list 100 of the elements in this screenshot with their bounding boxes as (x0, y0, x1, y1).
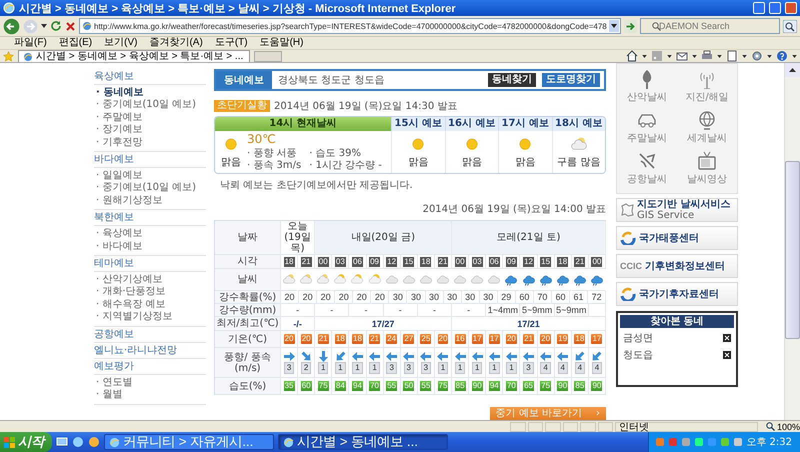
row-label: 습도(%) (215, 378, 281, 395)
nav-link[interactable]: · 중기예보(10일 예보) (96, 182, 206, 195)
tray-icon[interactable] (694, 437, 704, 447)
nav-link[interactable]: · 동네예보 (96, 87, 206, 100)
panel-title: 찾아본 동네 (620, 315, 734, 328)
search-button[interactable]: 도로명찾기 (542, 73, 600, 87)
nav-heading[interactable]: 엘니뇨·라니냐전망 (94, 342, 206, 359)
menu-item[interactable]: 도구(T) (214, 37, 248, 49)
page-menu-icon[interactable] (726, 50, 738, 62)
stop-icon[interactable] (65, 20, 76, 32)
hour-tag: 15 (403, 256, 414, 266)
nav-link[interactable]: · 산악기상예보 (96, 274, 206, 286)
place-link[interactable]: 금성면 (623, 331, 653, 345)
menu-item[interactable]: 파일(F) (14, 37, 47, 49)
place-link[interactable]: 청도읍 (623, 348, 653, 362)
tools-icon[interactable] (751, 50, 763, 62)
search-button-icon[interactable] (783, 20, 797, 32)
humidity-tag: 65 (523, 381, 534, 391)
panel-header: 18시 예보 (552, 117, 605, 131)
zoom-control[interactable]: 100% (766, 422, 800, 432)
temperature-tag: 20 (300, 334, 312, 344)
nav-link[interactable]: · 바다예보 (96, 240, 206, 254)
taskbar-button[interactable]: 커뮤니티 > 자유게시... (104, 434, 274, 450)
scrollbar-thumb[interactable] (785, 161, 800, 339)
nav-link[interactable]: · 개화·단풍정보 (96, 286, 206, 299)
desktop-icon[interactable] (56, 436, 68, 448)
nav-link[interactable]: · 육상예보 (96, 228, 206, 241)
minimize-button[interactable] (753, 2, 765, 14)
caret-icon[interactable] (767, 54, 772, 58)
caret-icon[interactable] (642, 54, 647, 58)
wind-speed: 1 (489, 362, 500, 374)
nav-link[interactable]: · 원해기상정보 (96, 194, 206, 208)
caret-icon[interactable] (792, 54, 797, 58)
close-icon[interactable] (723, 351, 731, 359)
table-cell: 20 (371, 291, 390, 304)
quick-link[interactable]: 산악날씨 (617, 66, 677, 107)
maximize-button[interactable] (769, 2, 781, 14)
caret-icon[interactable] (41, 24, 47, 28)
menu-item[interactable]: 도움말(H) (260, 37, 304, 49)
back-icon[interactable] (3, 18, 20, 34)
star-icon[interactable] (3, 50, 14, 62)
search-field[interactable]: DAEMON Search (640, 18, 780, 34)
dropdown-icon[interactable] (608, 20, 619, 32)
wind-speed: 1 (454, 362, 466, 374)
nav-link[interactable]: · 중기예보(10일 예보) (96, 99, 206, 112)
caret-icon[interactable] (742, 54, 747, 58)
menu-item[interactable]: 편집(E) (58, 37, 92, 49)
home-icon[interactable] (626, 50, 638, 62)
close-button[interactable] (785, 2, 797, 14)
scroll-up-icon[interactable] (785, 63, 800, 77)
quick-link[interactable]: 지진/해일 (677, 66, 737, 107)
print-icon[interactable] (701, 50, 713, 62)
refresh-icon[interactable] (50, 20, 62, 32)
nav-heading[interactable]: 육상예보 (94, 69, 206, 85)
swirl-logo-icon (620, 231, 636, 245)
nav-link[interactable]: · 기후전망 (96, 136, 206, 150)
nav-link[interactable]: · 연도별 (96, 376, 206, 390)
nav-link[interactable]: · 월별 (96, 389, 206, 402)
media-icon[interactable] (88, 436, 100, 448)
close-icon[interactable] (723, 334, 731, 342)
nav-heading[interactable]: 예보평가 (94, 358, 206, 375)
temperature-tag: 20 (284, 334, 294, 344)
quick-link[interactable]: 공항날씨 (617, 148, 677, 189)
nav-heading[interactable]: 테마예보 (94, 256, 206, 272)
menu-item[interactable]: 보기(V) (104, 37, 138, 49)
hour-tag: 18 (420, 256, 432, 266)
temperature-tag: 24 (386, 334, 398, 344)
nav-heading[interactable]: 공항예보 (94, 326, 206, 343)
nav-link[interactable]: · 지역별기상정보 (96, 311, 206, 324)
banner-link[interactable]: 지도기반 날씨서비스 GIS Service (616, 198, 738, 222)
mail-icon[interactable] (676, 50, 688, 62)
menu-item[interactable]: 즐겨찾기(A) (149, 37, 203, 49)
nav-link[interactable]: · 장기예보 (96, 124, 206, 137)
caret-icon[interactable] (717, 54, 722, 58)
rain-cloud-icon (522, 273, 536, 286)
browser-icon[interactable] (72, 436, 84, 448)
go-icon[interactable] (624, 20, 637, 32)
nav-heading[interactable]: 바다예보 (94, 152, 206, 168)
caret-icon[interactable] (692, 54, 697, 58)
quick-link[interactable]: 세계날씨 (677, 107, 737, 148)
rain-cloud-icon (572, 273, 587, 286)
search-button[interactable]: 동네찾기 (488, 73, 536, 87)
browser-tab[interactable]: 시간별 > 동네예보 > 육상예보 > 특보·예보 > ... (18, 50, 250, 62)
help-icon[interactable] (776, 50, 788, 62)
table-cell: 60 (552, 291, 570, 304)
start-button[interactable]: 시작 (0, 432, 52, 452)
nav-link[interactable]: · 해수욕장 예보 (96, 298, 206, 312)
caret-icon[interactable] (667, 54, 672, 58)
banner-link[interactable]: CCIC 기후변화정보센터 (616, 254, 738, 278)
nav-heading[interactable]: 북한예보 (94, 210, 206, 226)
humidity-tag: 90 (557, 381, 568, 391)
sun-cloud-icon (368, 273, 382, 286)
banner-link[interactable]: 국가태풍센터 (616, 226, 738, 250)
quick-link[interactable]: 주말날씨 (617, 107, 677, 148)
nav-link[interactable]: · 일일예보 (96, 170, 206, 182)
address-field[interactable]: http://www.kma.go.kr/weather/forecast/timeseries.jsp?searchType=INTEREST&wideCode=4700000000&cityCode=4782000000&dongCode=478 (79, 18, 621, 34)
taskbar-button[interactable]: 시간별 > 동네예보 ... (278, 434, 448, 450)
nav-link[interactable]: · 주말예보 (96, 112, 206, 124)
banner-link[interactable]: 국가기후자료센터 (616, 282, 738, 306)
quick-link[interactable]: 날씨영상 (677, 148, 737, 189)
